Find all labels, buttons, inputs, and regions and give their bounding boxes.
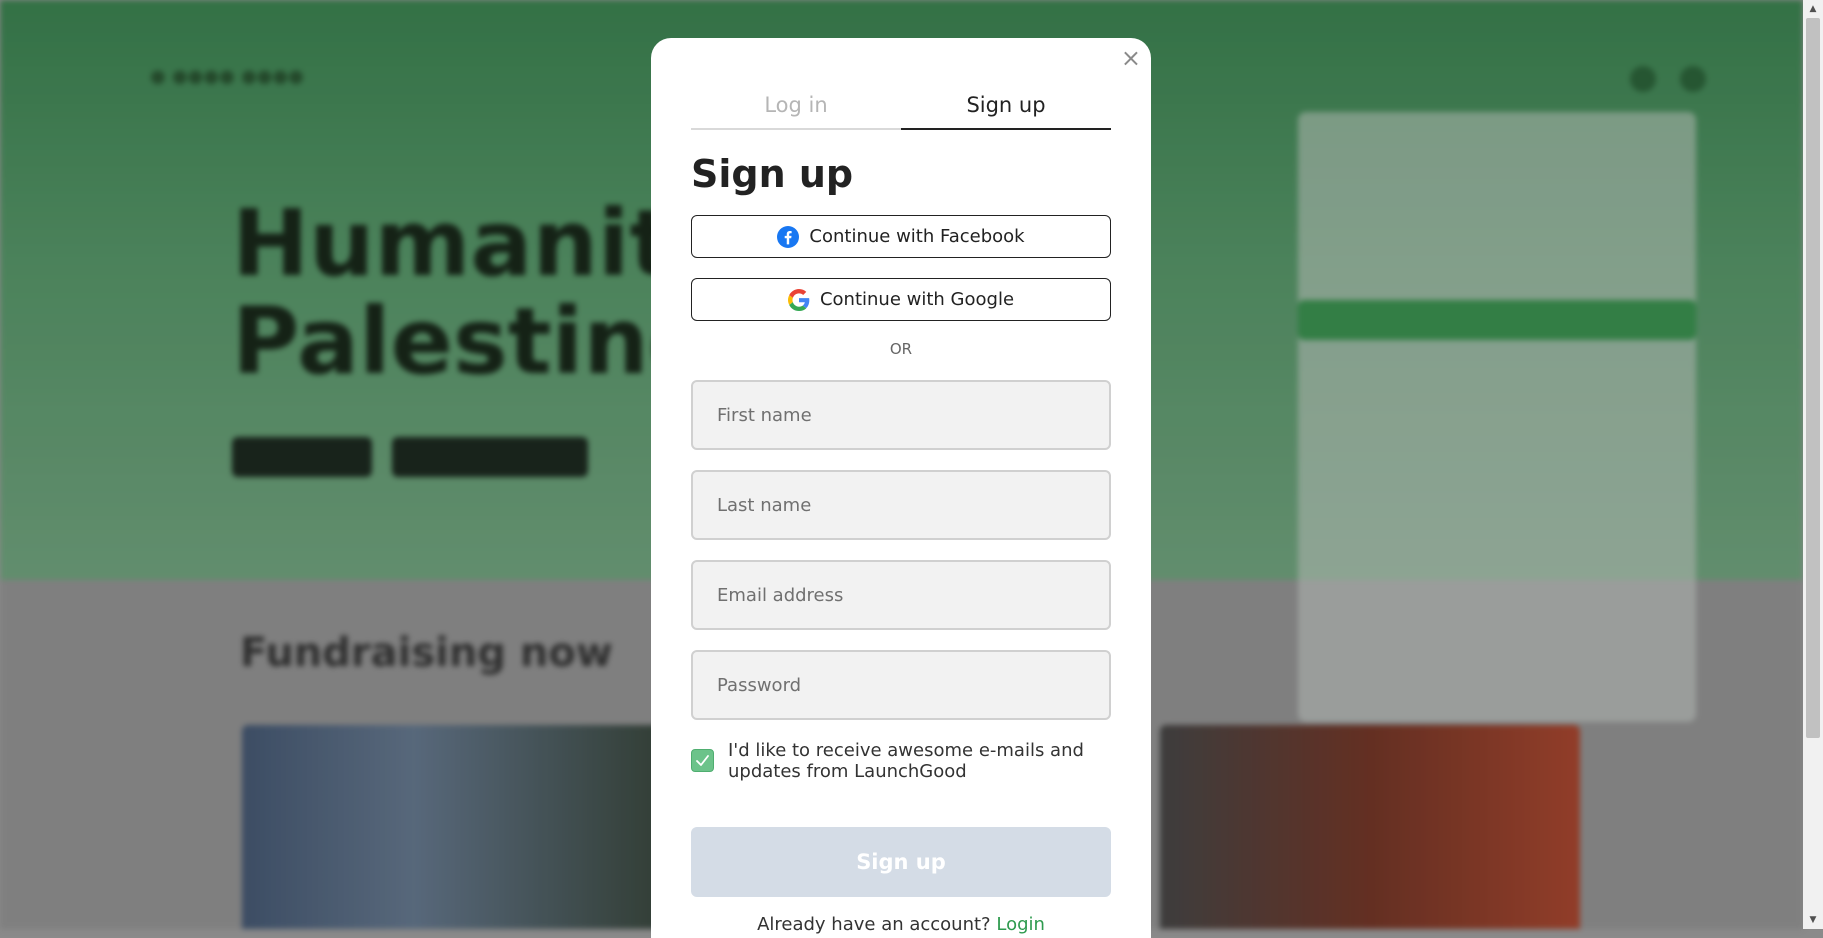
auth-tabs: Log in Sign up (691, 88, 1111, 130)
facebook-login-button[interactable]: Continue with Facebook (691, 215, 1111, 258)
login-prompt-text: Already have an account? (757, 914, 991, 935)
scroll-down-arrow-icon[interactable]: ▼ (1803, 911, 1823, 929)
password-field[interactable] (691, 650, 1111, 720)
signup-modal: × Log in Sign up Sign up Continue with F… (651, 38, 1151, 938)
scroll-thumb[interactable] (1806, 18, 1820, 738)
newsletter-checkbox[interactable] (691, 749, 714, 772)
google-login-button[interactable]: Continue with Google (691, 278, 1111, 321)
login-link[interactable]: Login (996, 914, 1045, 935)
newsletter-label: I'd like to receive awesome e-mails and … (728, 740, 1084, 782)
page-title: Sign up (691, 152, 854, 196)
close-icon[interactable]: × (1121, 46, 1141, 70)
facebook-icon (777, 225, 800, 248)
or-divider: OR (889, 340, 913, 358)
page-scrollbar[interactable]: ▲ ▼ (1803, 0, 1823, 929)
checkmark-icon (696, 755, 709, 766)
login-prompt: Already have an account? Login (691, 914, 1111, 935)
google-button-label: Continue with Google (819, 289, 1015, 310)
first-name-field[interactable] (691, 380, 1111, 450)
email-field[interactable] (691, 560, 1111, 630)
last-name-field[interactable] (691, 470, 1111, 540)
scroll-up-arrow-icon[interactable]: ▲ (1803, 0, 1823, 18)
facebook-button-label: Continue with Facebook (809, 226, 1025, 247)
tab-login[interactable]: Log in (691, 88, 901, 130)
tab-signup[interactable]: Sign up (901, 88, 1111, 130)
google-icon (787, 288, 810, 311)
signup-submit-button[interactable]: Sign up (691, 827, 1111, 897)
